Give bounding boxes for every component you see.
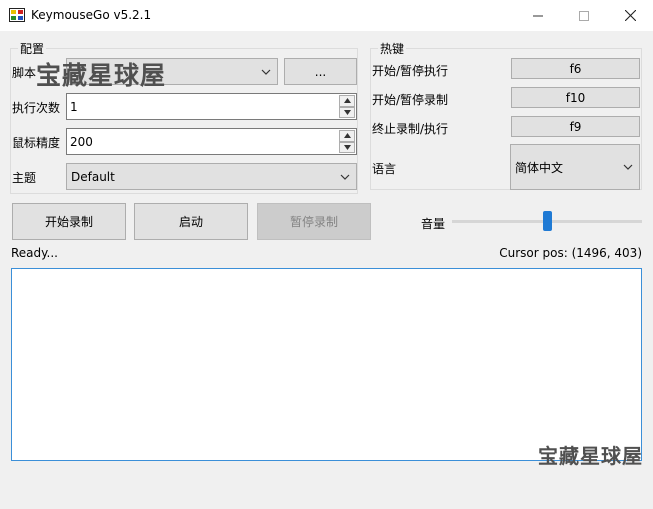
theme-select-value: Default [71,169,115,184]
chevron-down-icon [261,69,271,75]
browse-button[interactable]: ... [284,58,357,85]
config-group-title: 配置 [18,40,47,57]
chevron-down-icon [623,164,633,170]
minimize-icon [533,15,543,16]
maximize-icon [579,10,589,21]
run-times-down-button[interactable] [339,106,355,118]
launch-button[interactable]: 启动 [134,203,248,240]
script-label: 脚本 [12,66,37,80]
run-times-stepper[interactable]: 1 [66,93,357,120]
chevron-up-icon [343,98,351,104]
chevron-down-icon [343,144,351,150]
mouse-precision-spin-buttons [339,130,355,153]
start-exec-label: 开始/暂停执行 [372,64,449,78]
volume-label: 音量 [421,217,446,231]
log-output[interactable] [11,268,642,461]
status-text: Ready... [11,246,58,260]
watermark-top: 宝藏星球屋 [36,61,167,90]
chevron-down-icon [343,109,351,115]
minimize-button[interactable] [515,0,561,31]
close-icon [624,10,636,21]
mouse-precision-down-button[interactable] [339,141,355,153]
app-icon [9,8,25,22]
mouse-precision-value: 200 [70,134,93,149]
cursor-position: Cursor pos: (1496, 403) [499,246,642,260]
chevron-down-icon [340,174,350,180]
start-exec-hotkey[interactable]: f6 [511,58,640,79]
language-label: 语言 [372,162,397,176]
theme-select[interactable]: Default [66,163,357,190]
run-times-spin-buttons [339,95,355,118]
stop-hotkey[interactable]: f9 [511,116,640,137]
mouse-precision-label: 鼠标精度 [12,136,61,150]
pause-record-button[interactable]: 暂停录制 [257,203,371,240]
run-times-value: 1 [70,99,78,114]
window-title: KeymouseGo v5.2.1 [31,8,152,22]
run-times-label: 执行次数 [12,101,61,115]
theme-label: 主题 [12,171,37,185]
mouse-precision-stepper[interactable]: 200 [66,128,357,155]
mouse-precision-up-button[interactable] [339,130,355,142]
watermark-bottom: 宝藏星球屋 [538,444,643,468]
language-select-value: 简体中文 [515,160,564,175]
start-record-label: 开始/暂停录制 [372,93,449,107]
hotkeys-group-title: 热键 [378,40,407,57]
stop-label: 终止录制/执行 [372,122,449,136]
start-record-button[interactable]: 开始录制 [12,203,126,240]
start-record-hotkey[interactable]: f10 [511,87,640,108]
chevron-up-icon [343,133,351,139]
maximize-button[interactable] [561,0,607,31]
run-times-up-button[interactable] [339,95,355,107]
volume-slider-thumb[interactable] [542,211,552,231]
language-select[interactable]: 简体中文 [510,144,640,190]
close-button[interactable] [607,0,653,31]
